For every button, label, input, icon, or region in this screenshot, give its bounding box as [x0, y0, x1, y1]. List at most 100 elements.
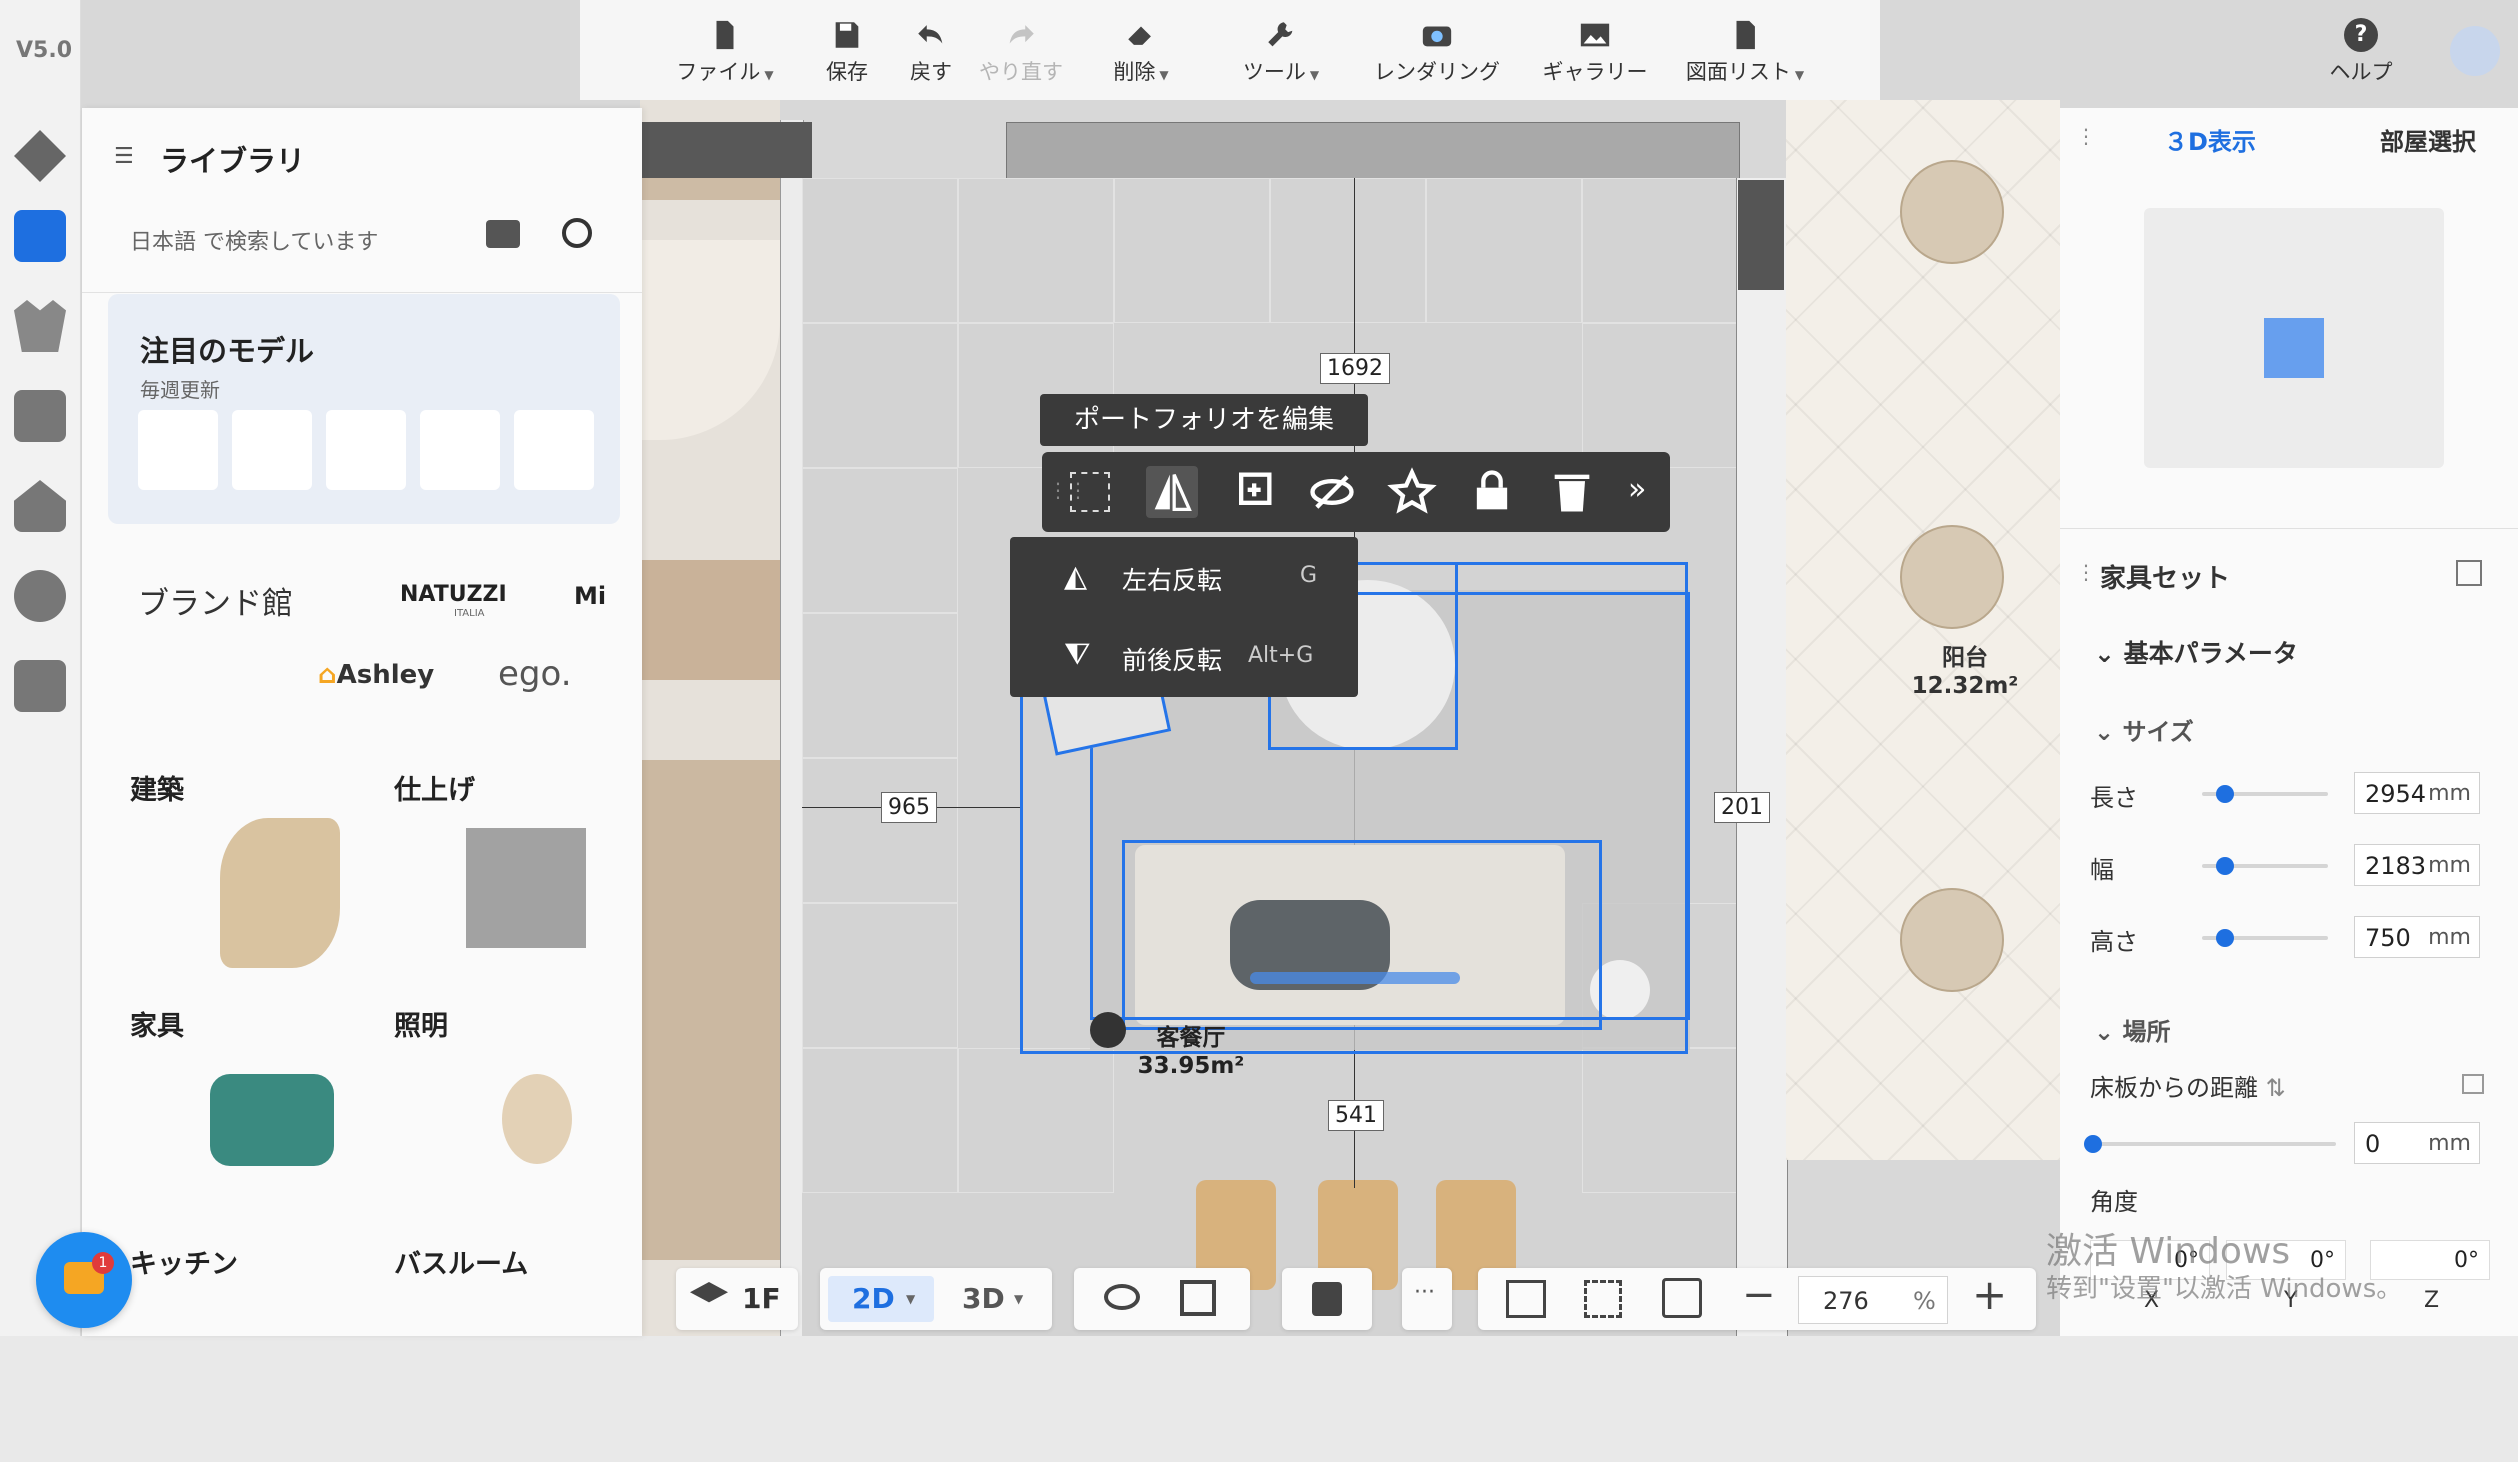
expand-icon[interactable]: » [1628, 472, 1646, 507]
category-label: キッチン [130, 1249, 238, 1280]
help-button[interactable]: ? ヘルプ [2306, 18, 2416, 86]
floor-distance-text: 床板からの距離 [2090, 1074, 2258, 1102]
search-icon[interactable] [562, 218, 592, 248]
chair-icon[interactable] [1900, 888, 2004, 992]
chevron-down-icon: ▼ [906, 1292, 916, 1306]
model-thumb[interactable] [326, 410, 406, 490]
slider-knob[interactable] [2216, 929, 2234, 947]
crown-icon[interactable] [14, 300, 66, 352]
3d-preview[interactable] [2144, 208, 2444, 468]
flip-fb-item[interactable]: ⧨ 前後反転 Alt+G [1010, 617, 1358, 697]
file-button[interactable]: ファイル ▼ [670, 18, 780, 86]
door-icon[interactable] [14, 390, 66, 442]
lock-button[interactable] [1466, 466, 1518, 518]
brand-logo[interactable]: ego. [498, 654, 572, 694]
sofa-icon[interactable] [14, 210, 66, 262]
model-thumb[interactable] [514, 410, 594, 490]
lock-icon[interactable] [1312, 1282, 1342, 1316]
floor-slider[interactable] [2084, 1135, 2336, 1153]
category-kitchen[interactable]: キッチン [130, 1242, 380, 1462]
category-lighting[interactable]: 照明 [394, 1004, 644, 1224]
hide-button[interactable] [1306, 466, 1358, 518]
more-tool[interactable]: ··· [1402, 1268, 1452, 1330]
view-3d-button[interactable]: 3D ▼ [942, 1276, 1042, 1322]
gallery-label: ギャラリー [1542, 60, 1648, 84]
category-bathroom[interactable]: バスルーム [394, 1242, 644, 1462]
flip-lr-item[interactable]: ◭ 左右反転 G [1010, 537, 1358, 617]
delete-button[interactable]: 削除 ▼ [1086, 18, 1196, 86]
category-architecture[interactable]: 建築 [130, 768, 380, 988]
width-slider[interactable] [2202, 857, 2328, 875]
gallery-button[interactable]: ギャラリー [1530, 18, 1660, 86]
flip-horizontal-icon: ◭ [1064, 559, 1088, 594]
model-thumb[interactable] [232, 410, 312, 490]
tab-3d-view[interactable]: ３D表示 [2164, 122, 2256, 157]
slider-knob[interactable] [2084, 1135, 2102, 1153]
render-button[interactable]: レンダリング [1362, 18, 1512, 86]
cabinet-icon[interactable] [14, 660, 66, 712]
chat-button[interactable]: 1 [36, 1232, 132, 1328]
camera-search-icon[interactable] [486, 220, 520, 248]
select-group-icon[interactable] [1070, 472, 1110, 512]
model-thumb[interactable] [420, 410, 500, 490]
slider-knob[interactable] [2216, 857, 2234, 875]
dimension-label[interactable]: 201 [1714, 792, 1770, 823]
brand-logo[interactable]: Mi [574, 582, 606, 610]
section-place[interactable]: ⌄ 場所 [2094, 1012, 2170, 1047]
height-slider[interactable] [2202, 929, 2328, 947]
wall-dark [642, 122, 812, 178]
zoom-in-button[interactable]: + [1972, 1270, 2007, 1319]
fit-view-icon[interactable] [1584, 1280, 1622, 1318]
category-furniture[interactable]: 家具 [130, 1004, 380, 1224]
zoom-out-button[interactable]: − [1742, 1272, 1776, 1318]
length-field[interactable]: 2954 mm [2354, 772, 2480, 814]
avatar[interactable] [2450, 26, 2500, 76]
drag-handle-icon[interactable]: ⋮ [2076, 124, 2096, 148]
floor-switcher[interactable]: 1F [676, 1268, 798, 1330]
layers-icon[interactable] [14, 130, 66, 182]
featured-card[interactable]: 注目のモデル 毎週更新 [108, 294, 620, 524]
search-input[interactable]: 日本語 で検索しています [130, 224, 490, 256]
chair-icon[interactable] [1900, 160, 2004, 264]
mirror-button[interactable] [1146, 466, 1198, 518]
floor-distance-label[interactable]: 床板からの距離 ⇅ [2090, 1068, 2286, 1103]
floor-field[interactable]: 0 mm [2354, 1122, 2480, 1164]
zoom-area-icon[interactable] [1662, 1278, 1702, 1318]
category-finish[interactable]: 仕上げ [394, 768, 644, 988]
tools-button[interactable]: ツール ▼ [1226, 18, 1336, 86]
unlock-icon[interactable] [2462, 1074, 2484, 1094]
drag-handle-icon[interactable]: ⋮ [2076, 560, 2096, 584]
brand-logo[interactable]: ⌂Ashley [318, 660, 434, 690]
tab-room-select[interactable]: 部屋選択 [2380, 122, 2476, 157]
copy-button[interactable] [1226, 466, 1278, 518]
favorite-button[interactable] [1386, 466, 1438, 518]
dimension-label[interactable]: 541 [1328, 1100, 1384, 1131]
view-2d-button[interactable]: 2D ▼ [828, 1276, 934, 1322]
house-icon[interactable] [14, 480, 66, 532]
ashley-house-icon: ⌂ [318, 660, 337, 690]
file-icon [716, 20, 734, 50]
width-field[interactable]: 2183 mm [2354, 844, 2480, 886]
slider-knob[interactable] [2216, 785, 2234, 803]
delete-object-button[interactable] [1546, 466, 1598, 518]
zoom-field[interactable]: 276 % [1798, 1276, 1948, 1324]
cube-icon[interactable] [1180, 1280, 1216, 1316]
length-slider[interactable] [2202, 785, 2328, 803]
dimension-label[interactable]: 965 [881, 792, 937, 823]
eye-icon[interactable] [1104, 1284, 1140, 1310]
drawings-button[interactable]: 図面リスト ▼ [1680, 18, 1810, 86]
person-icon[interactable] [14, 570, 66, 622]
view-settings-icon[interactable] [1506, 1280, 1546, 1318]
dimension-label[interactable]: 1692 [1320, 353, 1390, 384]
redo-button[interactable]: やり直す [966, 18, 1076, 86]
edit-icon[interactable] [2456, 560, 2482, 586]
chair-icon[interactable] [1900, 525, 2004, 629]
height-field[interactable]: 750 mm [2354, 916, 2480, 958]
section-basic[interactable]: ⌄ 基本パラメータ [2094, 634, 2298, 670]
mirror-menu: ◭ 左右反転 G ⧨ 前後反転 Alt+G [1010, 537, 1358, 697]
wood-plank [640, 560, 780, 680]
model-thumb[interactable] [138, 410, 218, 490]
brand-logo[interactable]: NATUZZI [400, 582, 507, 607]
list-icon[interactable]: ☰ [114, 144, 134, 169]
section-size[interactable]: ⌄ サイズ [2094, 712, 2194, 747]
